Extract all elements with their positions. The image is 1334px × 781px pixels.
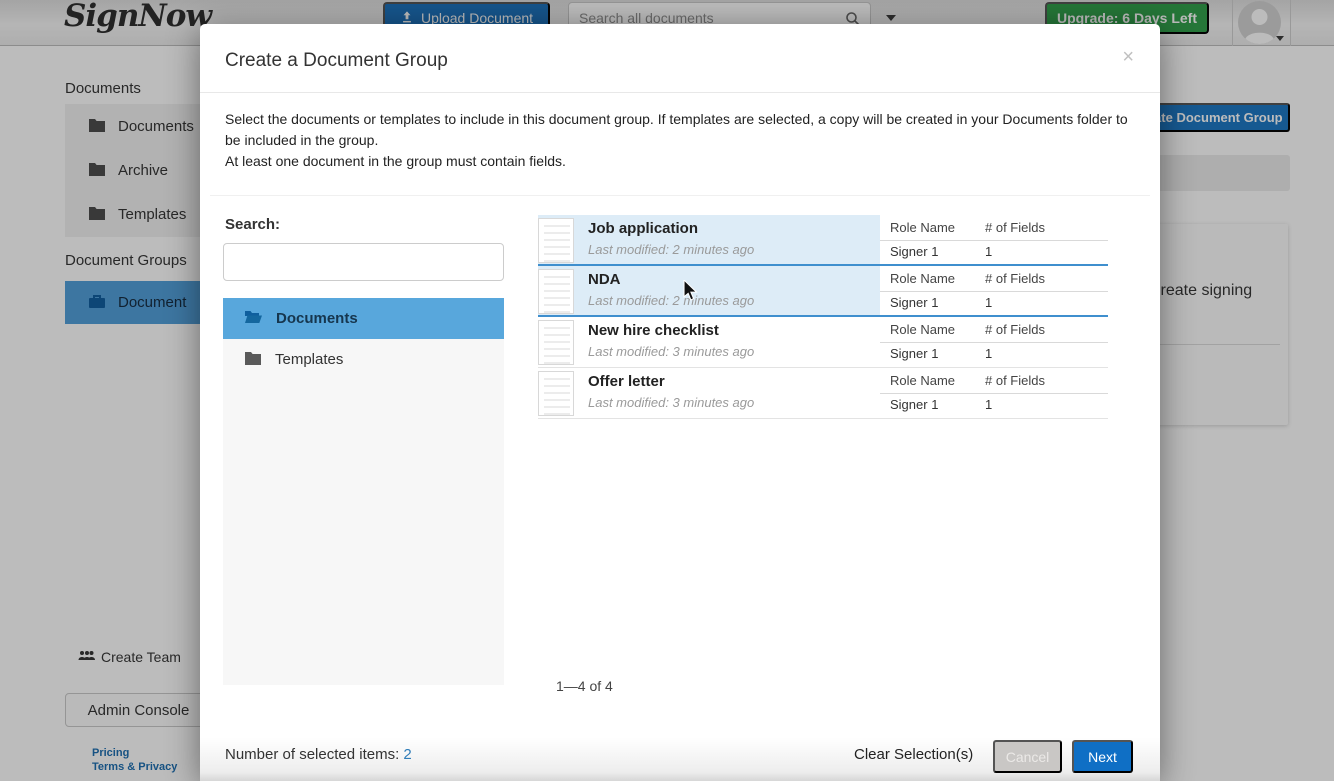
document-roles-table: Role Name # of Fields Signer 1 1 (880, 215, 1108, 264)
cancel-button[interactable]: Cancel (993, 740, 1062, 773)
role-name-header: Role Name (890, 271, 955, 286)
document-modified: Last modified: 3 minutes ago (588, 395, 754, 410)
fields-header: # of Fields (985, 271, 1045, 286)
role-name-header: Role Name (890, 322, 955, 337)
document-row-new-hire-checklist[interactable]: New hire checklist Last modified: 3 minu… (538, 317, 1108, 368)
document-row-nda[interactable]: NDA Last modified: 2 minutes ago Role Na… (538, 266, 1108, 317)
modal-search-label: Search: (225, 216, 280, 233)
modal-folder-label: Templates (275, 351, 343, 368)
modal-description-line2: At least one document in the group must … (225, 151, 1137, 172)
document-modified: Last modified: 2 minutes ago (588, 242, 754, 257)
selected-items-label: Number of selected items: 2 (225, 746, 412, 763)
fields-value: 1 (985, 346, 992, 361)
fields-header: # of Fields (985, 373, 1045, 388)
close-icon[interactable]: × (1122, 46, 1134, 69)
modal-search-input[interactable] (223, 243, 504, 281)
document-roles-table: Role Name # of Fields Signer 1 1 (880, 317, 1108, 367)
next-button[interactable]: Next (1072, 740, 1133, 773)
roles-divider (880, 240, 1108, 241)
modal-description-line1: Select the documents or templates to inc… (225, 109, 1137, 151)
fields-header: # of Fields (985, 220, 1045, 235)
clear-selection-button[interactable]: Clear Selection(s) (854, 746, 973, 763)
roles-divider (880, 291, 1108, 292)
modal-description: Select the documents or templates to inc… (225, 109, 1137, 172)
modal-folder-templates[interactable]: Templates (223, 339, 504, 380)
document-modified: Last modified: 2 minutes ago (588, 293, 754, 308)
roles-divider (880, 393, 1108, 394)
role-name-value: Signer 1 (890, 295, 938, 310)
document-title: NDA (588, 271, 621, 288)
role-name-header: Role Name (890, 220, 955, 235)
document-title: New hire checklist (588, 322, 719, 339)
document-roles-table: Role Name # of Fields Signer 1 1 (880, 368, 1108, 418)
modal-header-divider (200, 92, 1160, 93)
document-thumbnail (538, 269, 574, 314)
fields-value: 1 (985, 244, 992, 259)
next-button-label: Next (1088, 749, 1117, 765)
document-roles-table: Role Name # of Fields Signer 1 1 (880, 266, 1108, 315)
fields-value: 1 (985, 397, 992, 412)
document-title: Job application (588, 220, 698, 237)
document-thumbnail (538, 371, 574, 416)
document-row-offer-letter[interactable]: Offer letter Last modified: 3 minutes ag… (538, 368, 1108, 419)
roles-divider (880, 342, 1108, 343)
create-document-group-modal: Create a Document Group × Select the doc… (200, 24, 1160, 781)
document-title: Offer letter (588, 373, 665, 390)
role-name-value: Signer 1 (890, 397, 938, 412)
fields-header: # of Fields (985, 322, 1045, 337)
selected-items-text: Number of selected items: (225, 746, 399, 763)
modal-title: Create a Document Group (225, 50, 448, 72)
modal-document-list: Job application Last modified: 2 minutes… (538, 215, 1108, 419)
selected-items-count: 2 (403, 746, 411, 763)
modal-folder-label: Documents (276, 310, 358, 327)
document-thumbnail (538, 218, 574, 263)
document-thumbnail (538, 320, 574, 365)
cancel-button-label: Cancel (1006, 749, 1050, 765)
modal-description-divider (210, 195, 1150, 196)
role-name-value: Signer 1 (890, 346, 938, 361)
modal-folder-list: Documents Templates (223, 298, 504, 685)
fields-value: 1 (985, 295, 992, 310)
pagination-label: 1—4 of 4 (556, 678, 613, 694)
role-name-header: Role Name (890, 373, 955, 388)
document-modified: Last modified: 3 minutes ago (588, 344, 754, 359)
folder-icon (244, 350, 262, 369)
document-row-job-application[interactable]: Job application Last modified: 2 minutes… (538, 215, 1108, 266)
role-name-value: Signer 1 (890, 244, 938, 259)
modal-folder-documents[interactable]: Documents (223, 298, 504, 339)
open-folder-icon (244, 309, 263, 328)
